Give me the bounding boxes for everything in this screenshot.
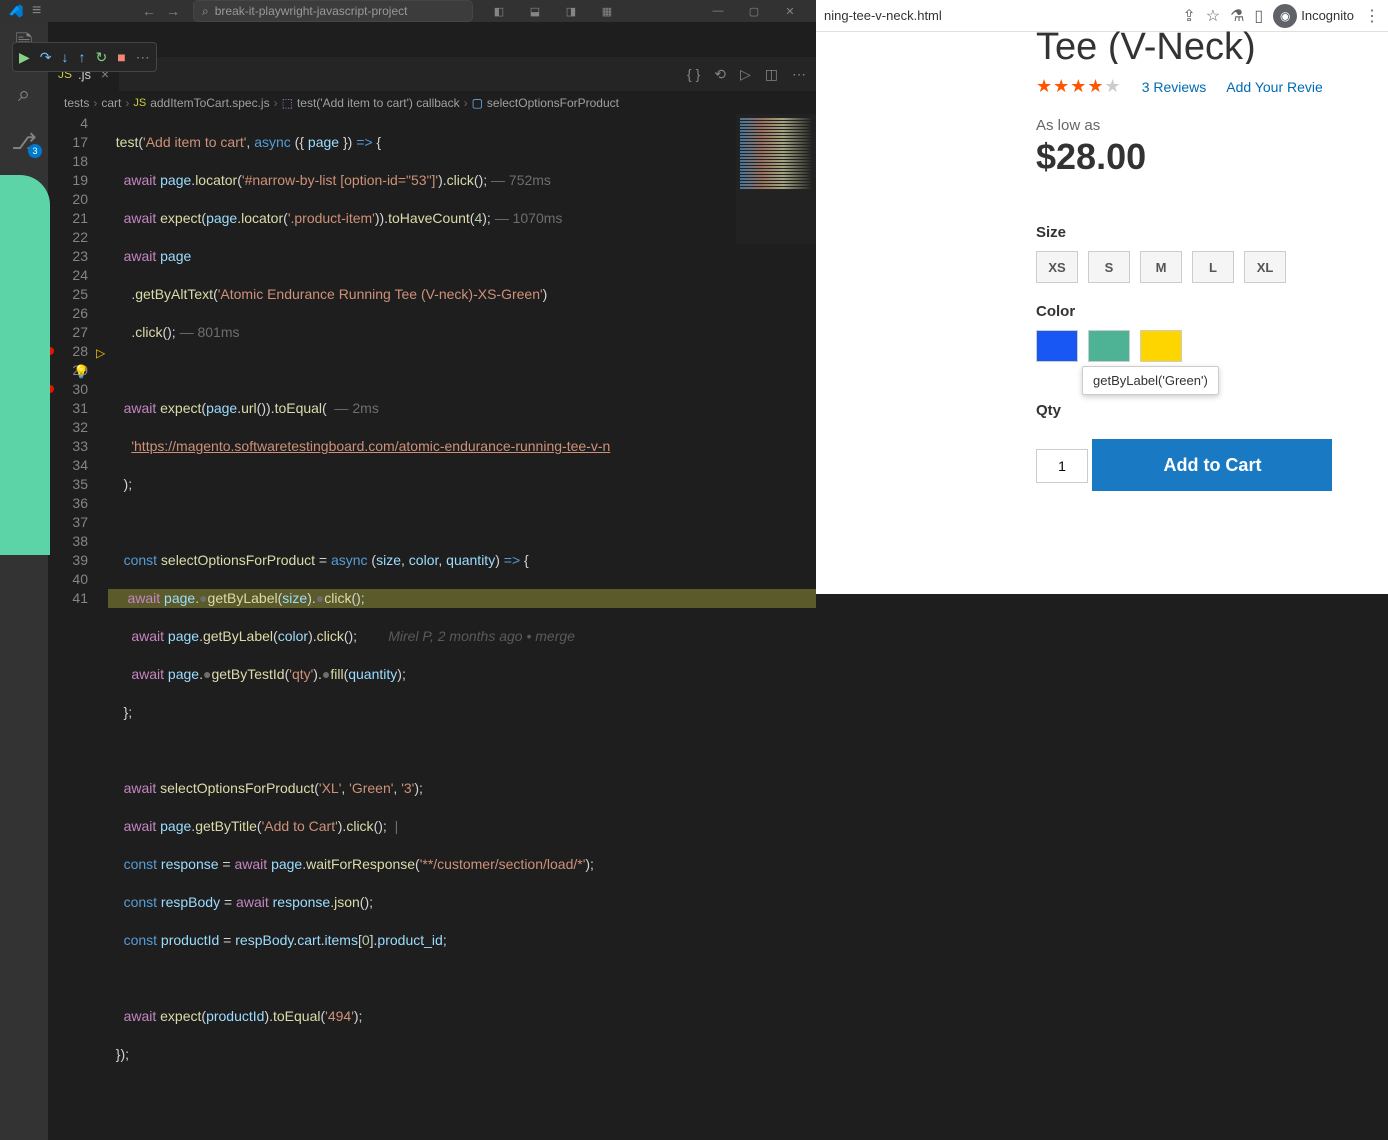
bc-fn[interactable]: selectOptionsForProduct — [487, 96, 619, 110]
debug-toolbar[interactable]: ▶ ↷ ↓ ↑ ↻ ■ ⋯ — [12, 42, 157, 72]
size-xs[interactable]: XS — [1036, 251, 1078, 283]
editor-area: JS .js × { } ⟲ ▷ ◫ ⋯ tests› cart› JS add… — [48, 22, 816, 1140]
command-center[interactable]: ⌕ break-it-playwright-javascript-project — [193, 0, 473, 22]
layout-grid-icon[interactable]: ▦ — [589, 5, 625, 18]
scm-badge: 3 — [28, 144, 42, 158]
scm-icon[interactable]: ⎇3 — [0, 124, 48, 160]
more-icon[interactable]: ⋯ — [792, 66, 806, 83]
bc-cart[interactable]: cart — [101, 96, 121, 110]
execution-pointer-icon: ▷ — [96, 344, 105, 363]
price: $28.00 — [1036, 136, 1388, 178]
step-out-icon[interactable]: ↑ — [79, 49, 86, 65]
incognito-icon: ◉ — [1273, 4, 1297, 28]
size-label: Size — [1036, 224, 1388, 241]
size-swatches: XS S M L XL — [1036, 251, 1388, 283]
rating-stars: ★★★★★ — [1036, 76, 1122, 97]
share-icon[interactable]: ⇪ — [1182, 6, 1195, 26]
size-m[interactable]: M — [1140, 251, 1182, 283]
menu-dots-icon[interactable]: ⋮ — [1364, 6, 1380, 26]
product-info: Tee (V-Neck) ★★★★★ 3 Reviews Add Your Re… — [816, 32, 1388, 594]
add-review-link[interactable]: Add Your Revie — [1226, 79, 1323, 95]
bc-tests[interactable]: tests — [64, 96, 89, 110]
size-xl[interactable]: XL — [1244, 251, 1286, 283]
continue-icon[interactable]: ▶ — [19, 49, 30, 66]
add-to-cart-button[interactable]: Add to Cart — [1092, 439, 1332, 491]
cube-icon: ⬚ — [282, 96, 293, 110]
color-yellow[interactable] — [1140, 330, 1182, 362]
product-title: Tee (V-Neck) — [1036, 26, 1388, 64]
price-label: As low as — [1036, 117, 1388, 134]
reviews-link[interactable]: 3 Reviews — [1142, 79, 1207, 95]
web-page: Tee (V-Neck) ★★★★★ 3 Reviews Add Your Re… — [816, 32, 1388, 594]
incognito-badge[interactable]: ◉ Incognito — [1273, 4, 1354, 28]
layout-right-icon[interactable]: ◨ — [553, 5, 589, 18]
menu-icon[interactable]: ≡ — [32, 2, 52, 20]
debug-more-icon[interactable]: ⋯ — [136, 49, 150, 66]
browser-window: ning-tee-v-neck.html ⇪ ☆ ⚗ ▯ ◉ Incognito… — [816, 0, 1388, 594]
back-button[interactable]: ← — [137, 3, 161, 19]
stop-icon[interactable]: ■ — [117, 49, 125, 65]
minimize-button[interactable]: — — [700, 5, 736, 17]
minimap[interactable] — [736, 114, 816, 244]
titlebar: ≡ ← → ⌕ break-it-playwright-javascript-p… — [0, 0, 816, 22]
layout-left-icon[interactable]: ◧ — [481, 5, 517, 18]
restart-icon[interactable]: ↻ — [96, 49, 108, 66]
qty-label: Qty — [1036, 402, 1388, 419]
address-bar[interactable]: ning-tee-v-neck.html — [824, 8, 1172, 23]
tab-bar: JS .js × { } ⟲ ▷ ◫ ⋯ — [48, 57, 816, 92]
color-swatches: getByLabel('Green') — [1036, 330, 1388, 362]
split-icon[interactable]: ◫ — [765, 66, 778, 83]
size-l[interactable]: L — [1192, 251, 1234, 283]
color-blue[interactable] — [1036, 330, 1078, 362]
incognito-label: Incognito — [1301, 8, 1354, 23]
flask-icon[interactable]: ⚗ — [1230, 6, 1244, 26]
search-activity-icon[interactable]: ⌕ — [0, 76, 48, 112]
close-button[interactable]: ✕ — [772, 5, 808, 18]
forward-button[interactable]: → — [161, 3, 185, 19]
search-icon: ⌕ — [202, 4, 209, 19]
js-icon: JS — [133, 97, 146, 109]
breadcrumb[interactable]: tests› cart› JS addItemToCart.spec.js› ⬚… — [48, 92, 816, 114]
code-content[interactable]: test('Add item to cart', async ({ page }… — [108, 114, 816, 1140]
bc-test[interactable]: test('Add item to cart') callback — [297, 96, 460, 110]
maximize-button[interactable]: ▢ — [736, 5, 772, 18]
playwright-tooltip: getByLabel('Green') — [1082, 366, 1219, 395]
extension-icon[interactable]: ▯ — [1254, 6, 1263, 26]
search-text: break-it-playwright-javascript-project — [215, 4, 408, 18]
product-image — [0, 175, 50, 555]
braces-icon[interactable]: { } — [687, 66, 700, 83]
gutter: 4 1718192021222324252627 ▷28 💡29 30 3132… — [48, 114, 108, 1140]
color-green[interactable] — [1088, 330, 1130, 362]
run-icon[interactable]: ⟲ — [714, 66, 726, 83]
qty-input[interactable] — [1036, 449, 1088, 483]
play-icon[interactable]: ▷ — [740, 66, 751, 83]
var-icon: ▢ — [472, 96, 483, 110]
editor-actions: { } ⟲ ▷ ◫ ⋯ — [677, 66, 816, 83]
code-editor[interactable]: 4 1718192021222324252627 ▷28 💡29 30 3132… — [48, 114, 816, 1140]
rating-row: ★★★★★ 3 Reviews Add Your Revie — [1036, 76, 1388, 97]
step-into-icon[interactable]: ↓ — [62, 49, 69, 65]
bookmark-icon[interactable]: ☆ — [1206, 6, 1220, 26]
layout-bottom-icon[interactable]: ⬓ — [517, 5, 553, 18]
vscode-logo-icon — [8, 3, 24, 19]
size-s[interactable]: S — [1088, 251, 1130, 283]
step-over-icon[interactable]: ↷ — [40, 49, 52, 66]
lightbulb-icon[interactable]: 💡 — [73, 362, 89, 381]
bc-file[interactable]: addItemToCart.spec.js — [150, 96, 269, 110]
vscode-window: ≡ ← → ⌕ break-it-playwright-javascript-p… — [0, 0, 816, 594]
color-label: Color — [1036, 303, 1388, 320]
